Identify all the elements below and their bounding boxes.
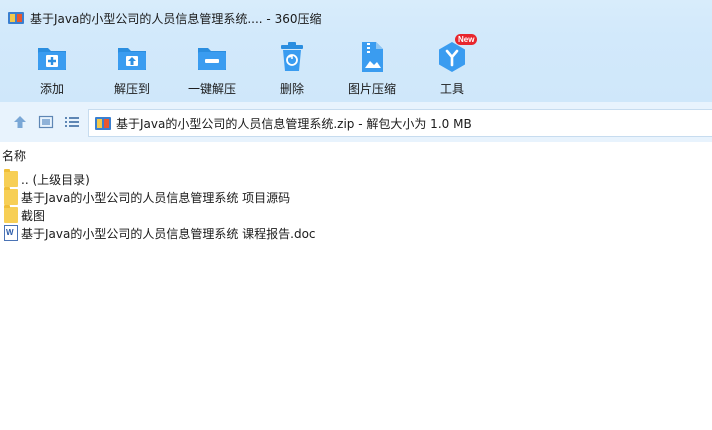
extract-to-icon: [115, 40, 149, 74]
list-item-screenshots-folder[interactable]: 截图: [0, 205, 712, 224]
tools-icon: New: [435, 34, 478, 74]
list-view-icon[interactable]: [64, 114, 80, 130]
new-badge: New: [455, 34, 478, 45]
list-item-label: 基于Java的小型公司的人员信息管理系统 课程报告.doc: [21, 226, 316, 241]
zip-file-icon: [95, 116, 111, 131]
delete-label: 删除: [279, 82, 304, 96]
file-list: 名称 .. (上级目录) 基于Java的小型公司的人员信息管理系统 项目源码 截…: [0, 142, 712, 430]
archive-app-icon: [8, 11, 24, 25]
up-arrow-icon[interactable]: [12, 114, 28, 130]
list-item-source-folder[interactable]: 基于Java的小型公司的人员信息管理系统 项目源码: [0, 187, 712, 206]
add-icon: [35, 40, 69, 74]
one-click-extract-icon: [195, 40, 229, 74]
folder-icon: [4, 187, 18, 205]
address-bar[interactable]: 基于Java的小型公司的人员信息管理系统.zip - 解包大小为 1.0 MB: [88, 109, 712, 137]
list-item-parent-dir[interactable]: .. (上级目录): [0, 169, 712, 188]
delete-button[interactable]: 删除: [251, 38, 333, 98]
extract-to-label: 解压到: [113, 82, 150, 96]
list-item-label: 截图: [21, 208, 46, 223]
archive-path: 基于Java的小型公司的人员信息管理系统.zip - 解包大小为 1.0 MB: [116, 116, 472, 131]
word-document-icon: [4, 225, 18, 241]
list-item-report-doc[interactable]: 基于Java的小型公司的人员信息管理系统 课程报告.doc: [0, 224, 712, 242]
extract-to-button[interactable]: 解压到: [91, 38, 173, 98]
image-compress-label: 图片压缩: [347, 82, 396, 96]
trash-icon: [275, 40, 309, 74]
image-compress-button[interactable]: 图片压缩: [331, 38, 413, 98]
image-compress-icon: [355, 40, 389, 74]
window-title: 基于Java的小型公司的人员信息管理系统.... - 360压缩: [30, 11, 322, 26]
list-item-label: .. (上级目录): [21, 172, 90, 187]
address-row: 基于Java的小型公司的人员信息管理系统.zip - 解包大小为 1.0 MB: [0, 102, 712, 142]
folder-icon: [4, 169, 18, 187]
folder-icon: [4, 205, 18, 223]
column-header-name[interactable]: 名称: [0, 147, 26, 163]
tools-label: 工具: [439, 82, 464, 96]
title-bar: 基于Java的小型公司的人员信息管理系统.... - 360压缩: [0, 0, 712, 36]
thumbnail-view-icon[interactable]: [38, 114, 54, 130]
tools-button[interactable]: New 工具: [411, 34, 493, 98]
one-click-extract-button[interactable]: 一键解压: [171, 38, 253, 98]
add-button[interactable]: 添加: [11, 38, 93, 98]
add-label: 添加: [39, 82, 64, 96]
one-click-extract-label: 一键解压: [187, 82, 236, 96]
list-item-label: 基于Java的小型公司的人员信息管理系统 项目源码: [21, 190, 291, 205]
toolbar: 添加 解压到 一键解压 删除 图片压缩 New 工具: [0, 34, 712, 102]
